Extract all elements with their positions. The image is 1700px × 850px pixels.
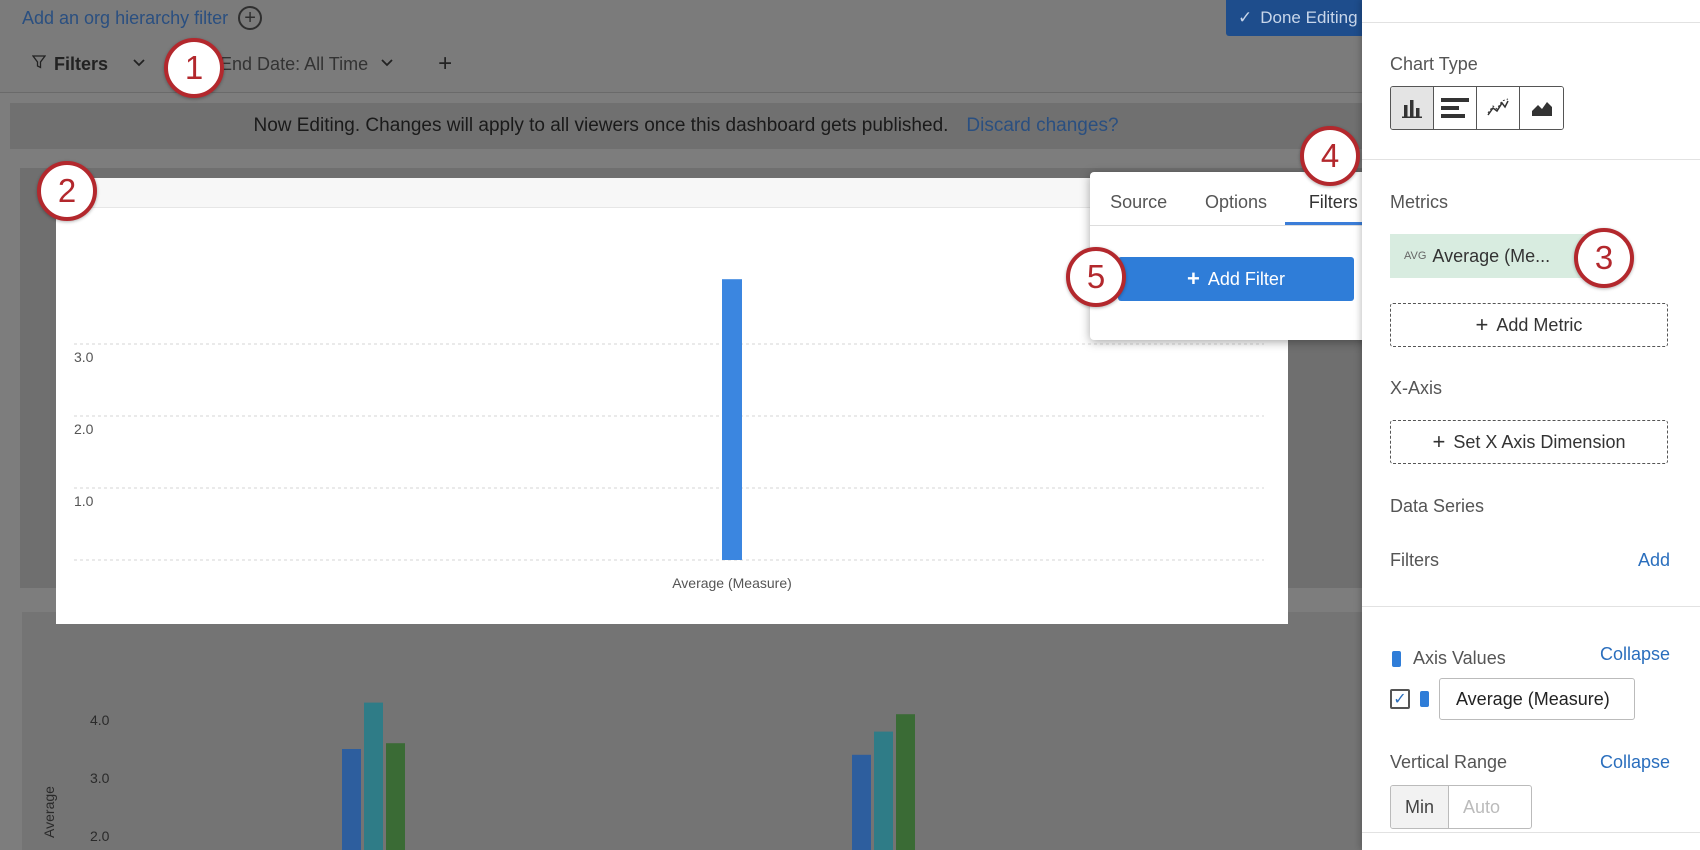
y-axis-title: Average	[41, 786, 57, 838]
step-badge-4: 4	[1300, 126, 1360, 186]
x-axis-label: X-Axis	[1390, 378, 1443, 398]
editing-message: Now Editing. Changes will apply to all v…	[253, 115, 949, 136]
y-tick-label: 2.0	[90, 828, 110, 844]
filters-row: Filters End Date: All Time +	[31, 50, 452, 78]
checkmark-icon: ✓	[1238, 8, 1253, 27]
y-tick-label: 3.0	[74, 349, 94, 365]
axis-values-collapse-link[interactable]: Collapse	[1600, 644, 1670, 665]
vertical-range-min-field[interactable]: Min Auto	[1390, 785, 1532, 829]
horizontal-bar-chart-icon	[1441, 98, 1469, 118]
axis-values-label: Axis Values	[1413, 648, 1506, 668]
metric-chip-label: Average (Me...	[1432, 245, 1551, 266]
chart-type-selector	[1390, 86, 1564, 130]
data-series-label: Data Series	[1390, 496, 1485, 516]
add-metric-button[interactable]: + Add Metric	[1390, 303, 1668, 347]
widget-backdrop-2: 4.0 3.0 2.0 Average	[22, 612, 1362, 850]
chart-type-area-button[interactable]	[1520, 87, 1563, 129]
chart-type-line-button[interactable]	[1477, 87, 1520, 129]
secondary-bar-chart: 4.0 3.0 2.0 Average	[41, 702, 915, 850]
chevron-down-icon[interactable]	[132, 55, 146, 73]
vertical-range-label: Vertical Range	[1390, 752, 1508, 772]
add-filter-label: Add Filter	[1207, 268, 1285, 289]
series-color-swatch	[1392, 650, 1401, 667]
step-badge-3: 3	[1574, 228, 1634, 288]
x-axis-category-label: Average (Measure)	[672, 575, 792, 591]
chart-type-label: Chart Type	[1390, 54, 1478, 74]
y-tick-label: 4.0	[90, 712, 110, 728]
add-filter-button[interactable]: + Add Filter	[1118, 257, 1354, 301]
filters-section-label: Filters	[1390, 550, 1439, 570]
series-checkbox[interactable]: ✓	[1390, 689, 1410, 709]
line-chart-icon	[1487, 98, 1509, 116]
bar	[342, 749, 361, 850]
chart-type-bar-button[interactable]	[1391, 87, 1434, 129]
plus-circle-icon: +	[238, 6, 263, 30]
metrics-label: Metrics	[1390, 192, 1448, 212]
area-chart-icon	[1531, 102, 1552, 116]
series-name-input[interactable]: Average (Measure)	[1439, 678, 1635, 720]
done-editing-button[interactable]: ✓ Done Editing	[1226, 0, 1366, 36]
range-min-input[interactable]: Auto	[1449, 786, 1531, 828]
filters-add-link[interactable]: Add	[1638, 550, 1670, 571]
discard-changes-link[interactable]: Discard changes?	[966, 115, 1118, 137]
funnel-icon	[31, 55, 47, 73]
bar	[852, 754, 871, 850]
step-badge-5: 5	[1066, 247, 1126, 307]
widget-edit-popover: Source Options Filters + Add Filter	[1090, 172, 1394, 340]
end-date-filter[interactable]: End Date: All Time	[220, 54, 368, 75]
add-metric-label: Add Metric	[1496, 314, 1583, 335]
set-x-axis-label: Set X Axis Dimension	[1453, 431, 1626, 452]
y-tick-label: 3.0	[90, 770, 110, 786]
widget-settings-panel: Chart Type Metrics AVG Average (Me... + …	[1362, 0, 1700, 850]
series-color-picker[interactable]	[1420, 691, 1429, 707]
end-date-chevron-down-icon[interactable]	[380, 55, 394, 73]
step-badge-1: 1	[164, 38, 224, 98]
panel-divider-top	[1362, 22, 1700, 23]
vertical-range-collapse-link[interactable]: Collapse	[1600, 752, 1670, 773]
tab-options[interactable]: Options	[1187, 172, 1284, 225]
range-min-label: Min	[1391, 786, 1449, 828]
tab-source[interactable]: Source	[1090, 172, 1187, 225]
panel-divider-filters	[1362, 606, 1700, 607]
filters-label[interactable]: Filters	[54, 54, 108, 75]
bar-chart-icon	[1402, 100, 1422, 118]
bar	[722, 279, 742, 560]
set-x-axis-dimension-button[interactable]: + Set X Axis Dimension	[1390, 420, 1668, 464]
metric-aggregation-tag: AVG	[1404, 250, 1427, 262]
y-tick-label: 1.0	[74, 493, 94, 509]
org-filter-label: Add an org hierarchy filter	[22, 7, 229, 28]
metric-chip[interactable]: AVG Average (Me...	[1390, 234, 1590, 278]
bar	[874, 731, 893, 850]
panel-divider-bottom	[1362, 832, 1700, 833]
bar	[386, 743, 405, 850]
y-tick-label: 2.0	[74, 421, 94, 437]
step-badge-2: 2	[37, 161, 97, 221]
chart-type-horizontal-bar-button[interactable]	[1434, 87, 1477, 129]
plus-icon: +	[1187, 266, 1200, 291]
plus-icon: +	[1432, 429, 1446, 454]
series-row: ✓ Average (Measure)	[1390, 678, 1635, 720]
plus-icon: +	[1475, 312, 1489, 337]
axis-values-header: Axis Values	[1392, 648, 1506, 669]
add-filter-plus-icon[interactable]: +	[438, 50, 452, 78]
add-org-hierarchy-filter-link[interactable]: Add an org hierarchy filter +	[22, 6, 263, 30]
panel-divider-chart-type	[1362, 159, 1700, 160]
editing-banner: Now Editing. Changes will apply to all v…	[10, 103, 1362, 149]
done-editing-label: Done Editing	[1260, 8, 1358, 27]
bar	[364, 702, 383, 850]
bar	[896, 714, 915, 850]
